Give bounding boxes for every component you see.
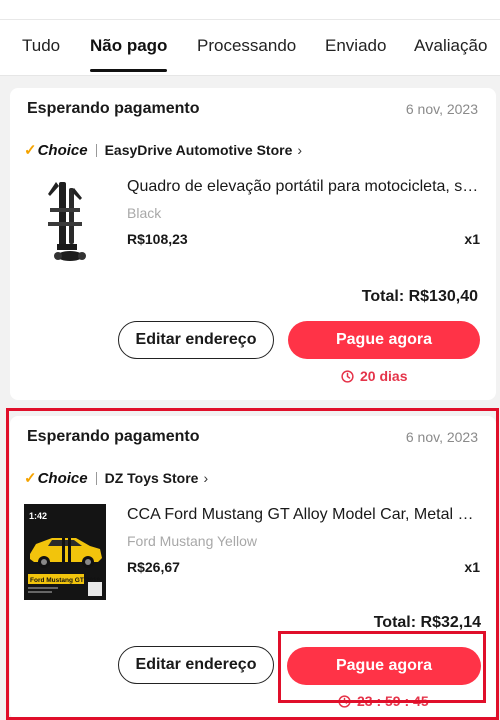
chevron-right-icon: › xyxy=(297,142,303,158)
tab-enviado[interactable]: Enviado xyxy=(325,36,386,56)
chevron-right-icon: › xyxy=(203,470,209,486)
product-price: R$108,23 xyxy=(127,231,188,247)
product-thumbnail[interactable]: 1:42 Ford Mustang GT 2018 xyxy=(24,504,106,600)
order-card: Esperando pagamento 6 nov, 2023 ✓ Choice … xyxy=(10,416,496,720)
edit-address-button[interactable]: Editar endereço xyxy=(118,321,274,359)
product-variant: Black xyxy=(127,205,162,221)
tab-tudo[interactable]: Tudo xyxy=(22,36,60,56)
product-price: R$26,67 xyxy=(127,559,180,575)
product-quantity: x1 xyxy=(464,231,480,247)
order-date: 6 nov, 2023 xyxy=(405,101,478,117)
mustang-model-car-image: 1:42 Ford Mustang GT 2018 xyxy=(24,504,106,600)
payment-countdown: 23 : 59 : 45 xyxy=(338,693,429,709)
check-icon: ✓ xyxy=(24,470,37,487)
top-strip xyxy=(0,0,500,20)
countdown-text: 20 dias xyxy=(360,368,408,384)
choice-badge: ✓ Choice xyxy=(24,469,88,488)
clock-icon xyxy=(338,694,351,708)
order-card: Esperando pagamento 6 nov, 2023 ✓ Choice … xyxy=(10,88,496,400)
payment-countdown: 20 dias xyxy=(341,368,407,384)
tab-nao-pago[interactable]: Não pago xyxy=(90,36,167,56)
divider xyxy=(95,143,97,157)
product-title[interactable]: CCA Ford Mustang GT Alloy Model Car, Met… xyxy=(127,506,482,524)
choice-badge: ✓ Choice xyxy=(24,141,88,160)
active-tab-indicator xyxy=(90,69,167,72)
order-total: Total: R$32,14 xyxy=(373,614,481,631)
product-quantity: x1 xyxy=(464,559,480,575)
store-name: DZ Toys Store xyxy=(104,470,199,486)
tab-processando[interactable]: Processando xyxy=(197,36,296,56)
motorcycle-stand-image xyxy=(26,176,106,272)
check-icon: ✓ xyxy=(24,142,37,159)
order-date: 6 nov, 2023 xyxy=(405,429,478,445)
edit-address-button[interactable]: Editar endereço xyxy=(118,646,274,684)
store-row[interactable]: ✓ Choice DZ Toys Store › xyxy=(24,468,208,488)
pay-now-button[interactable]: Pague agora xyxy=(287,647,481,685)
order-tabs: Tudo Não pago Processando Enviado Avalia… xyxy=(0,20,500,76)
clock-icon xyxy=(341,369,354,383)
store-row[interactable]: ✓ Choice EasyDrive Automotive Store › xyxy=(24,140,302,160)
order-status: Esperando pagamento xyxy=(27,428,200,445)
thumb-scale-label: 1:42 xyxy=(29,511,47,521)
pay-now-button[interactable]: Pague agora xyxy=(288,321,480,359)
order-total: Total: R$130,40 xyxy=(361,288,478,305)
store-name: EasyDrive Automotive Store xyxy=(104,142,293,158)
divider xyxy=(95,471,97,485)
countdown-text: 23 : 59 : 45 xyxy=(357,693,429,709)
tab-avaliacao[interactable]: Avaliação xyxy=(414,36,487,56)
product-variant: Ford Mustang Yellow xyxy=(127,533,257,549)
order-status: Esperando pagamento xyxy=(27,100,200,117)
product-title[interactable]: Quadro de elevação portátil para motocic… xyxy=(127,178,482,196)
product-thumbnail[interactable] xyxy=(26,176,106,272)
